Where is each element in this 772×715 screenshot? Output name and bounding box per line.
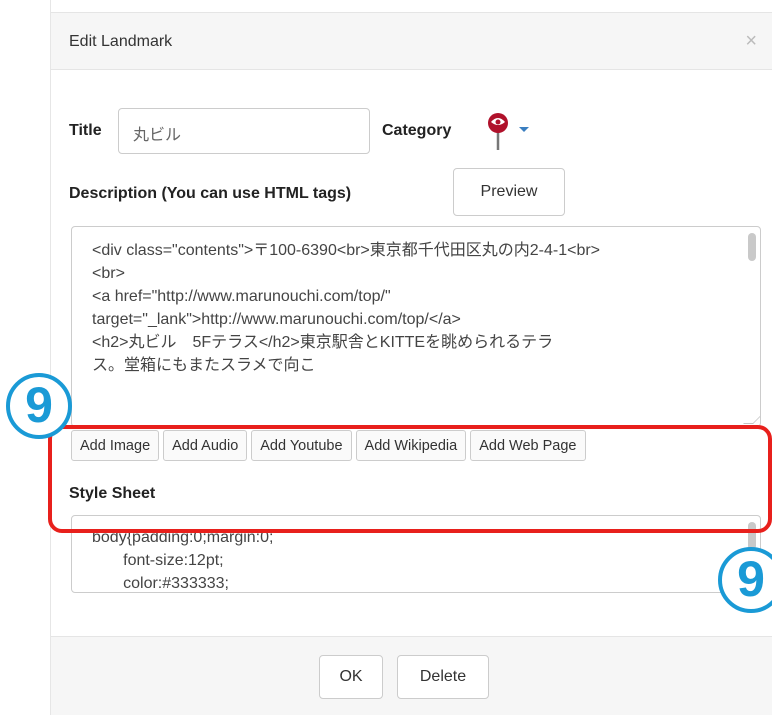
resize-handle-icon[interactable]	[743, 414, 760, 424]
close-icon[interactable]: ×	[745, 31, 757, 51]
delete-button[interactable]: Delete	[397, 655, 489, 699]
step-number-badge: 9	[6, 373, 72, 439]
add-youtube-button[interactable]: Add Youtube	[251, 430, 352, 461]
dialog-footer: OK Delete	[51, 636, 772, 715]
category-label: Category	[382, 122, 452, 139]
style-sheet-label: Style Sheet	[69, 485, 156, 502]
add-image-button[interactable]: Add Image	[71, 430, 160, 461]
chevron-down-icon[interactable]	[519, 127, 529, 132]
style-sheet-text[interactable]: body{padding:0;margin:0; font-size:12pt;…	[92, 526, 273, 592]
dialog-header: Edit Landmark ×	[51, 12, 772, 70]
description-scrollbar[interactable]	[748, 233, 756, 261]
description-text[interactable]: <div class="contents">〒100-6390<br>東京都千代…	[92, 239, 732, 377]
description-textarea[interactable]: <div class="contents">〒100-6390<br>東京都千代…	[71, 226, 761, 427]
add-audio-button[interactable]: Add Audio	[163, 430, 248, 461]
map-pin-icon[interactable]	[485, 112, 511, 152]
insert-buttons-group: Add Image Add Audio Add Youtube Add Wiki…	[71, 430, 586, 461]
title-input[interactable]: 丸ビル	[118, 108, 370, 154]
style-sheet-scrollbar[interactable]	[748, 522, 756, 550]
add-wikipedia-button[interactable]: Add Wikipedia	[355, 430, 467, 461]
style-sheet-textarea[interactable]: body{padding:0;margin:0; font-size:12pt;…	[71, 515, 761, 593]
preview-button[interactable]: Preview	[453, 168, 565, 216]
edit-landmark-dialog: Edit Landmark × Title 丸ビル Category Descr…	[50, 0, 772, 715]
dialog-title: Edit Landmark	[69, 33, 173, 50]
description-label: Description (You can use HTML tags)	[69, 185, 352, 202]
add-web-page-button[interactable]: Add Web Page	[470, 430, 586, 461]
title-label: Title	[69, 122, 102, 139]
ok-button[interactable]: OK	[319, 655, 383, 699]
